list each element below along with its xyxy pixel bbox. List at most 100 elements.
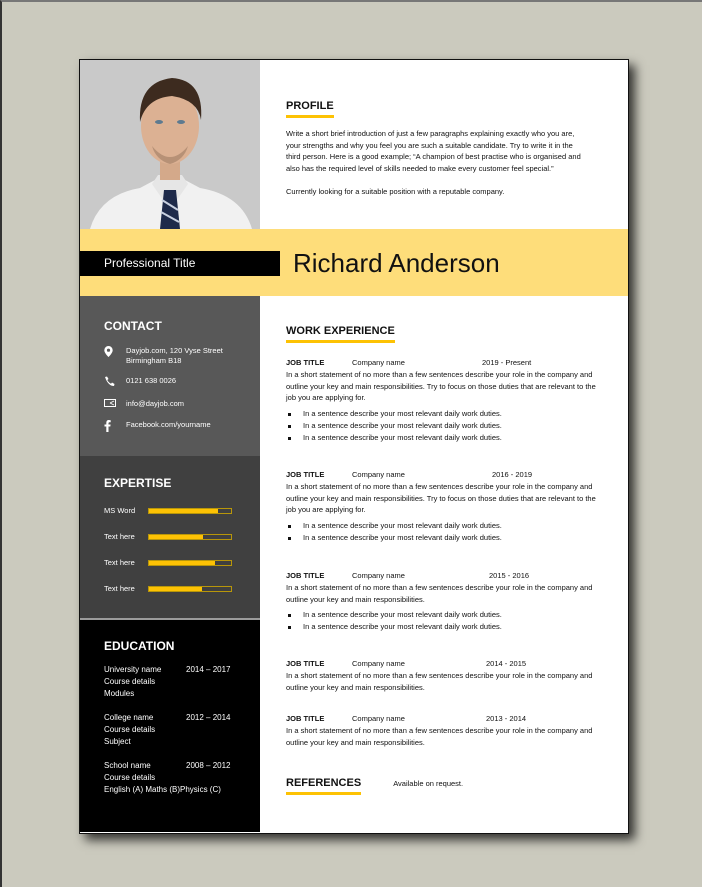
contact-facebook: Facebook.com/yourname: [104, 420, 211, 434]
skill-bar-fill: [149, 508, 218, 513]
education-years: 2014 – 2017: [186, 665, 231, 674]
education-years: 2008 – 2012: [186, 761, 231, 770]
skill-label: Text here: [104, 558, 135, 567]
job-entry: JOB TITLE Company name 2014 - 2015 In a sh…: [286, 658, 596, 693]
job-entry: JOB TITLE Company name 2016 - 2019 In a sh…: [286, 469, 596, 544]
resume-page: PROFILE Write a short brief introduction…: [79, 59, 629, 834]
skill-row: Text here: [104, 584, 244, 593]
profile-paragraph-2: Currently looking for a suitable positio…: [286, 187, 505, 197]
skill-bar-fill: [149, 560, 216, 565]
job-dates: 2015 - 2016: [489, 571, 530, 580]
education-entry: University name 2014 – 2017 Course detai…: [104, 664, 254, 700]
address-line-2: Birmingham B18: [126, 356, 182, 365]
job-description: In a short statement of no more than a f…: [286, 583, 593, 604]
portrait-image: [80, 60, 260, 229]
education-heading: EDUCATION: [104, 639, 175, 653]
facebook-link[interactable]: Facebook.com/yourname: [126, 420, 211, 430]
address-line-1: Dayjob.com, 120 Vyse Street: [126, 346, 223, 355]
skill-bar-fill: [149, 586, 203, 591]
institution-name: School name: [104, 761, 151, 770]
professional-title: Professional Title: [80, 251, 280, 276]
profile-section: PROFILE Write a short brief introduction…: [286, 96, 586, 198]
education-section: EDUCATION University name 2014 – 2017 Co…: [80, 620, 260, 832]
skill-label: Text here: [104, 532, 135, 541]
skill-bar: [148, 585, 232, 592]
job-entry: JOB TITLE Company name 2013 - 2014 In a sh…: [286, 713, 596, 748]
duty-item: In a sentence describe your most relevan…: [286, 532, 596, 544]
skill-bar-fill: [149, 534, 204, 539]
skill-bar: [148, 559, 232, 566]
email-icon: [104, 399, 126, 409]
duties-list: In a sentence describe your most relevan…: [286, 609, 596, 633]
duty-item: In a sentence describe your most relevan…: [286, 609, 596, 621]
skill-row: MS Word: [104, 506, 244, 515]
skill-bar: [148, 507, 232, 514]
company-name: Company name: [352, 470, 405, 479]
job-description: In a short statement of no more than a f…: [286, 370, 596, 403]
job-description: In a short statement of no more than a f…: [286, 482, 596, 515]
duties-list: In a sentence describe your most relevan…: [286, 520, 596, 544]
duty-item: In a sentence describe your most relevan…: [286, 520, 596, 532]
references-heading: REFERENCES: [286, 777, 362, 795]
skill-row: Text here: [104, 558, 244, 567]
contact-section: CONTACT Dayjob.com, 120 Vyse Street Birmi…: [80, 296, 260, 456]
education-detail: English (A) Maths (B)Physics (C): [104, 785, 221, 794]
email-link[interactable]: info@dayjob.com: [126, 399, 184, 409]
phone-icon: [104, 376, 126, 388]
institution-name: University name: [104, 665, 162, 674]
expertise-heading: EXPERTISE: [104, 476, 172, 490]
job-title: JOB TITLE: [286, 571, 325, 580]
job-title: JOB TITLE: [286, 470, 325, 479]
skill-label: MS Word: [104, 506, 136, 515]
facebook-icon: [104, 420, 126, 434]
duty-item: In a sentence describe your most relevan…: [286, 432, 596, 444]
candidate-name: Richard Anderson: [293, 248, 500, 278]
company-name: Company name: [352, 358, 405, 367]
duties-list: In a sentence describe your most relevan…: [286, 408, 596, 444]
map-pin-icon: [104, 346, 126, 359]
references-text: Available on request.: [393, 779, 464, 788]
phone-number: 0121 638 0026: [126, 376, 177, 385]
job-description: In a short statement of no more than a f…: [286, 726, 593, 747]
job-title: JOB TITLE: [286, 714, 325, 723]
job-description: In a short statement of no more than a f…: [286, 671, 593, 692]
job-entry: JOB TITLE Company name 2019 - Present In a…: [286, 357, 596, 444]
education-detail: Course details: [104, 773, 156, 782]
education-entry: College name 2012 – 2014 Course details …: [104, 712, 254, 748]
education-years: 2012 – 2014: [186, 713, 231, 722]
skill-bar: [148, 533, 232, 540]
company-name: Company name: [352, 571, 405, 580]
education-detail: Modules: [104, 689, 135, 698]
profile-heading: PROFILE: [286, 100, 334, 118]
job-title: JOB TITLE: [286, 358, 325, 367]
contact-email: info@dayjob.com: [104, 399, 184, 409]
duty-item: In a sentence describe your most relevan…: [286, 621, 596, 633]
education-detail: Course details: [104, 677, 156, 686]
skill-row: Text here: [104, 532, 244, 541]
contact-phone: 0121 638 0026: [104, 376, 176, 388]
job-dates: 2013 - 2014: [486, 714, 527, 723]
sidebar: CONTACT Dayjob.com, 120 Vyse Street Birmi…: [80, 296, 260, 832]
company-name: Company name: [352, 714, 405, 723]
education-detail: Subject: [104, 737, 131, 746]
job-dates: 2014 - 2015: [486, 659, 527, 668]
job-dates: 2016 - 2019: [492, 470, 533, 479]
duty-item: In a sentence describe your most relevan…: [286, 408, 596, 420]
institution-name: College name: [104, 713, 154, 722]
profile-paragraph-1: Write a short brief introduction of just…: [286, 129, 581, 173]
duty-item: In a sentence describe your most relevan…: [286, 420, 596, 432]
job-entry: JOB TITLE Company name 2015 - 2016 In a sh…: [286, 570, 596, 633]
job-dates: 2019 - Present: [482, 358, 532, 367]
job-title: JOB TITLE: [286, 659, 325, 668]
education-detail: Course details: [104, 725, 156, 734]
education-entry: School name 2008 – 2012 Course details E…: [104, 760, 254, 796]
contact-heading: CONTACT: [104, 319, 162, 333]
company-name: Company name: [352, 659, 405, 668]
work-experience-heading: WORK EXPERIENCE: [286, 325, 395, 343]
work-experience-heading-wrap: WORK EXPERIENCE: [286, 321, 395, 343]
profile-photo: [80, 60, 260, 229]
skill-label: Text here: [104, 584, 135, 593]
expertise-section: EXPERTISE MS Word Text here Text here Te…: [80, 456, 260, 620]
references-section: REFERENCES Available on request.: [286, 777, 464, 795]
contact-address: Dayjob.com, 120 Vyse Street Birmingham B1…: [104, 346, 223, 366]
